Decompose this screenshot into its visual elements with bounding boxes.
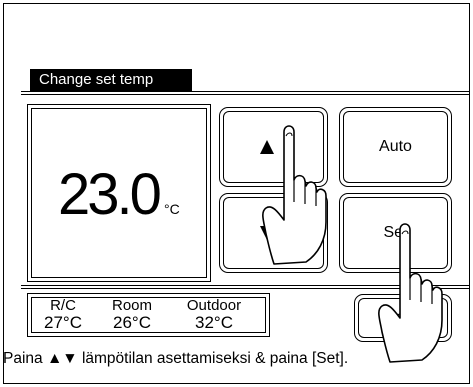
temperature-unit: °C bbox=[164, 201, 180, 217]
rc-label: R/C bbox=[50, 297, 76, 314]
instruction-text: Paina ▲▼ lämpötilan asettamiseksi & pain… bbox=[3, 350, 349, 367]
pointing-hand-icon bbox=[262, 125, 327, 265]
room-temperature: 26°C bbox=[113, 313, 151, 332]
outdoor-temperature: 32°C bbox=[195, 313, 233, 332]
auto-button-label: Auto bbox=[379, 138, 412, 155]
divider-top bbox=[21, 91, 470, 92]
temperature-status-panel: R/C 27°C Room 26°C Outdoor 32°C bbox=[27, 293, 270, 337]
auto-button[interactable]: Auto bbox=[339, 107, 452, 187]
outdoor-label: Outdoor bbox=[186, 297, 242, 314]
set-temperature-value: 23.0 bbox=[58, 162, 162, 227]
rc-temperature: 27°C bbox=[44, 313, 82, 332]
pointing-hand-icon bbox=[378, 223, 443, 363]
room-label: Room bbox=[111, 297, 152, 314]
screen-title: Change set temp bbox=[30, 69, 192, 91]
divider-top-2 bbox=[21, 94, 470, 95]
